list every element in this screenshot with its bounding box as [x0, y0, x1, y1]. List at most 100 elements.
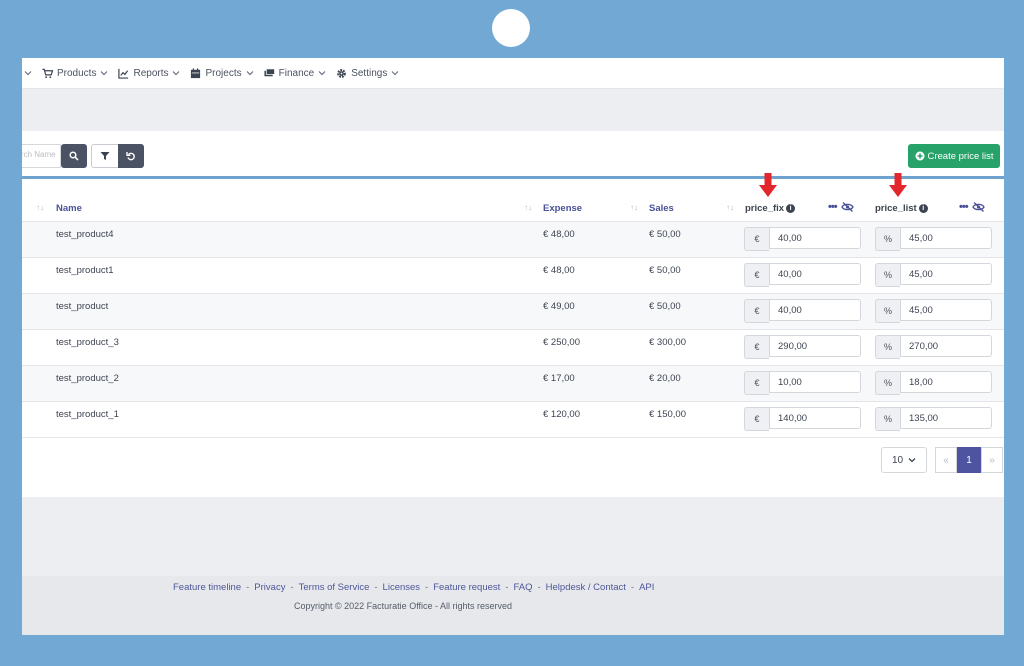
- separator: -: [290, 582, 294, 593]
- nav-item-products[interactable]: Products: [42, 68, 108, 79]
- cart-icon: [42, 68, 53, 78]
- footer-link-licenses[interactable]: Licenses: [383, 582, 421, 593]
- footer-link-faq[interactable]: FAQ: [513, 582, 532, 593]
- price-list-input[interactable]: 45,00: [900, 263, 992, 285]
- products-table: ↑↓ Name ↑↓ Expense ↑↓ Sales ↑↓ price_fix…: [22, 173, 1004, 497]
- price-fix-input-group: € 10,00: [744, 371, 861, 395]
- footer-link-privacy[interactable]: Privacy: [254, 582, 285, 593]
- footer-link-feature-timeline[interactable]: Feature timeline: [173, 582, 241, 593]
- footer: Feature timeline - Privacy - Terms of Servic…: [22, 576, 1004, 635]
- percent-addon: %: [875, 227, 900, 251]
- search-button[interactable]: [61, 144, 87, 168]
- footer-link-helpdesk[interactable]: Helpdesk / Contact: [546, 582, 626, 593]
- sort-icon[interactable]: ↑↓: [630, 203, 638, 212]
- footer-link-feature-request[interactable]: Feature request: [433, 582, 500, 593]
- nav-item-reports[interactable]: Reports: [118, 68, 180, 79]
- sort-icon[interactable]: ↑↓: [726, 203, 734, 212]
- sort-icon[interactable]: ↑↓: [524, 203, 532, 212]
- create-price-list-button[interactable]: Create price list: [908, 144, 1000, 168]
- table-row: test_product_1 € 120,00 € 150,00 € 140,0…: [22, 402, 1004, 438]
- sales-value: € 50,00: [649, 301, 681, 312]
- product-name: test_product: [56, 301, 109, 312]
- price-list-input[interactable]: 18,00: [900, 371, 992, 393]
- table-row: test_product € 49,00 € 50,00 € 40,00 % 4…: [22, 294, 1004, 330]
- search-input[interactable]: search Name: [22, 144, 61, 168]
- prev-page-button[interactable]: «: [935, 447, 957, 473]
- nav-label: Projects: [205, 67, 242, 79]
- price-list-input[interactable]: 135,00: [900, 407, 992, 429]
- chevron-down-icon[interactable]: [24, 69, 32, 77]
- column-name[interactable]: Name: [56, 203, 82, 214]
- more-icon[interactable]: •••: [959, 201, 969, 213]
- sort-icon[interactable]: ↑↓: [36, 203, 44, 212]
- nav-label: Reports: [133, 67, 169, 79]
- price-list-input[interactable]: 270,00: [900, 335, 992, 357]
- nav-item-finance[interactable]: Finance: [264, 68, 327, 79]
- price-fix-input[interactable]: 10,00: [769, 371, 861, 393]
- product-name: test_product4: [56, 229, 114, 240]
- page-size-value: 10: [891, 454, 904, 466]
- product-name: test_product_1: [56, 409, 119, 420]
- price-fix-input[interactable]: 290,00: [769, 335, 861, 357]
- price-fix-input[interactable]: 40,00: [769, 227, 861, 249]
- footer-links: Feature timeline - Privacy - Terms of Servic…: [173, 582, 654, 593]
- plus-circle-icon: [915, 151, 924, 161]
- annotation-arrow-icon: [889, 173, 907, 197]
- percent-addon: %: [875, 299, 900, 323]
- create-label: Create price list: [927, 150, 994, 162]
- page-size-select[interactable]: 10: [881, 447, 927, 473]
- money-icon: [264, 68, 275, 76]
- price-fix-input[interactable]: 40,00: [769, 263, 861, 285]
- price-list-label: price_list: [875, 203, 917, 214]
- percent-addon: %: [875, 407, 900, 431]
- column-sales[interactable]: Sales: [649, 203, 674, 214]
- price-list-input-group: % 270,00: [875, 335, 992, 359]
- percent-addon: %: [875, 335, 900, 359]
- filter-button[interactable]: [91, 144, 119, 168]
- more-icon[interactable]: •••: [828, 201, 838, 213]
- eye-slash-icon[interactable]: [840, 202, 854, 212]
- price-list-input[interactable]: 45,00: [900, 227, 992, 249]
- annotation-arrow-icon: [759, 173, 777, 197]
- price-fix-input-group: € 290,00: [744, 335, 861, 359]
- column-price-fix[interactable]: price_fix i: [745, 203, 796, 214]
- nav-label: Finance: [278, 67, 315, 79]
- column-tools: •••: [828, 201, 854, 213]
- table-row: test_product_3 € 250,00 € 300,00 € 290,0…: [22, 330, 1004, 366]
- eye-slash-icon[interactable]: [971, 202, 985, 212]
- separator: -: [425, 582, 429, 593]
- price-fix-label: price_fix: [745, 203, 785, 214]
- price-list-input[interactable]: 45,00: [900, 299, 992, 321]
- sales-value: € 50,00: [649, 229, 681, 240]
- nav-item-projects[interactable]: Projects: [190, 67, 254, 79]
- chevron-down-icon: [101, 71, 108, 76]
- product-name: test_product_3: [56, 337, 119, 348]
- chevron-down-icon: [318, 71, 326, 76]
- currency-addon: €: [744, 407, 769, 431]
- reset-button[interactable]: [118, 144, 144, 168]
- price-fix-input-group: € 40,00: [744, 299, 861, 323]
- currency-addon: €: [744, 227, 769, 251]
- price-fix-input[interactable]: 40,00: [769, 299, 861, 321]
- page-button-current[interactable]: 1: [957, 447, 981, 473]
- next-page-button[interactable]: »: [981, 447, 1003, 473]
- expense-value: € 120,00: [543, 409, 580, 420]
- info-icon[interactable]: i: [786, 203, 796, 213]
- page-header-area: [22, 89, 1004, 131]
- nav-label: Products: [57, 67, 97, 79]
- expense-value: € 49,00: [543, 301, 575, 312]
- chevron-down-icon: [173, 71, 180, 76]
- footer-link-terms[interactable]: Terms of Service: [299, 582, 370, 593]
- column-price-list[interactable]: price_list i: [875, 203, 928, 214]
- nav-label: Settings: [351, 67, 388, 79]
- product-name: test_product1: [56, 265, 114, 276]
- price-fix-input[interactable]: 140,00: [769, 407, 861, 429]
- percent-addon: %: [875, 263, 900, 287]
- footer-link-api[interactable]: API: [639, 582, 654, 593]
- sales-value: € 20,00: [649, 373, 681, 384]
- nav-item-settings[interactable]: Settings: [336, 68, 399, 79]
- pagination: « 1 »: [935, 447, 1003, 473]
- column-expense[interactable]: Expense: [543, 203, 582, 214]
- info-icon[interactable]: i: [918, 203, 928, 213]
- table-row: test_product_2 € 17,00 € 20,00 € 10,00 %…: [22, 366, 1004, 402]
